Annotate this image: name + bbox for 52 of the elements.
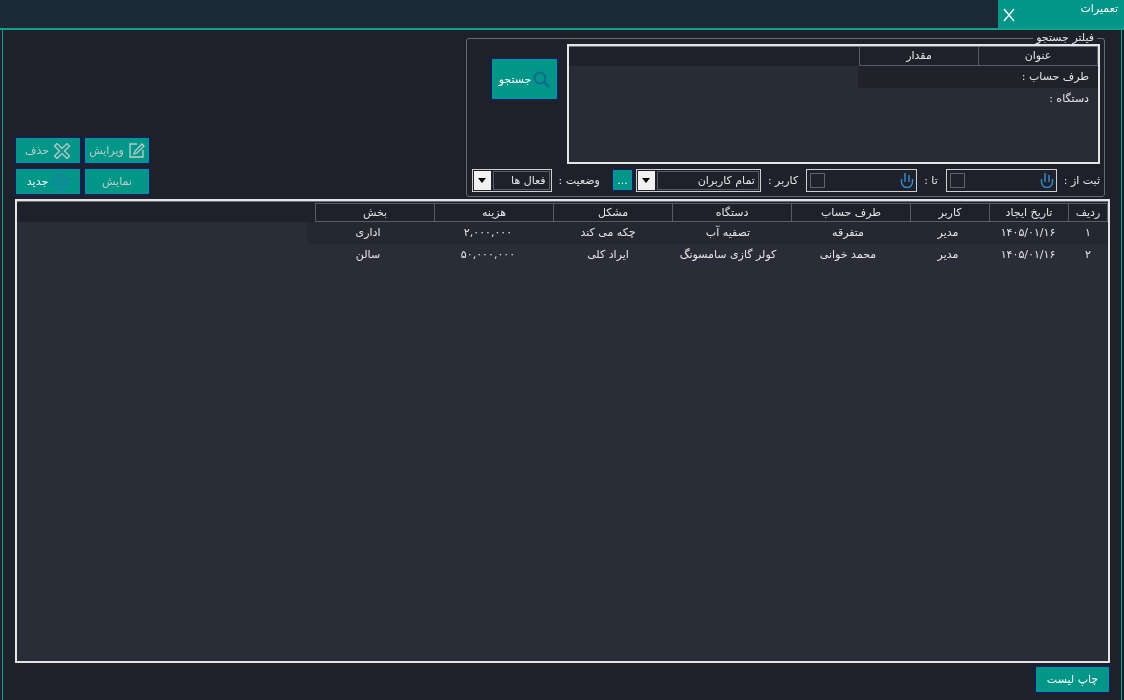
column-header[interactable]: مشکل	[553, 203, 673, 222]
table-cell-text: سالن	[354, 247, 382, 263]
grid-cell-text: دستگاه :	[1048, 91, 1090, 107]
table-cell-text: محمد خوانی	[818, 247, 878, 263]
table-row[interactable]: ۱ ۱۴۰۵/۰۱/۱۶ مدیر متفرقه تصفیه آب چکه می کند ۲,۰۰۰,۰۰۰ اداری	[307, 222, 1108, 244]
table-cell-text: چکه می کند	[579, 225, 637, 241]
column-header[interactable]: بخش	[315, 203, 435, 222]
caret-icon	[642, 177, 651, 183]
search-icon	[533, 70, 551, 88]
table-cell-text: ۱۴۰۵/۰۱/۱۶	[999, 247, 1057, 263]
dropdown-button[interactable]	[637, 170, 655, 190]
x-icon	[53, 141, 71, 160]
close-icon[interactable]	[1003, 8, 1015, 22]
grid-cell-text: طرف حساب :	[1020, 69, 1090, 85]
more-button[interactable]: ...	[611, 169, 633, 191]
combobox[interactable]: فعال ها	[471, 168, 552, 192]
pencil-icon	[127, 142, 145, 159]
combobox[interactable]: تمام کاربران	[635, 168, 761, 192]
table-cell-text: ایراد کلی	[586, 247, 630, 263]
column-header[interactable]: طرف حساب	[791, 203, 911, 222]
dropdown-button[interactable]	[473, 170, 491, 190]
search-button[interactable]: جستجو	[491, 58, 558, 100]
date-field[interactable]	[806, 168, 918, 192]
field-label: وضعیت :	[558, 173, 600, 187]
column-header[interactable]: دستگاه	[672, 203, 792, 222]
plus-icon	[52, 173, 70, 190]
field-label: تا :	[924, 173, 938, 187]
action-button[interactable]: جدید	[15, 168, 81, 195]
checkbox[interactable]	[810, 172, 826, 188]
table-cell-text: متفرقه	[831, 225, 865, 241]
table-cell-text: ۱۴۰۵/۰۱/۱۶	[999, 225, 1057, 241]
print-button[interactable]: چاپ لیست	[1035, 666, 1110, 693]
table-cell-text: ۱	[1084, 225, 1092, 241]
checkbox[interactable]	[949, 172, 965, 188]
hand-icon[interactable]	[900, 172, 915, 188]
table-cell-text: ۲	[1084, 247, 1092, 263]
column-header[interactable]: هزینه	[434, 203, 554, 222]
table-cell-text: مدیر	[936, 225, 960, 241]
table-cell-text: ۲,۰۰۰,۰۰۰	[462, 225, 514, 241]
field-label: ثبت از :	[1063, 173, 1100, 187]
table-cell-text: کولر گازی سامسونگ	[678, 247, 778, 263]
group-title: فیلتر جستجو	[1034, 32, 1095, 44]
caret-icon	[478, 177, 487, 183]
date-field[interactable]	[945, 168, 1057, 192]
field-label: کاربر :	[767, 173, 799, 187]
table-cell-text: تصفیه آب	[704, 224, 752, 241]
table-cell-text: مدیر	[936, 247, 960, 263]
table-cell-text: اداری	[354, 225, 382, 241]
tab[interactable]: تعمیرات	[998, 0, 1124, 28]
grid-row[interactable]: طرف حساب :	[858, 66, 1098, 88]
table-cell-text: ۵۰,۰۰۰,۰۰۰	[459, 247, 517, 263]
hand-icon[interactable]	[1039, 172, 1054, 188]
